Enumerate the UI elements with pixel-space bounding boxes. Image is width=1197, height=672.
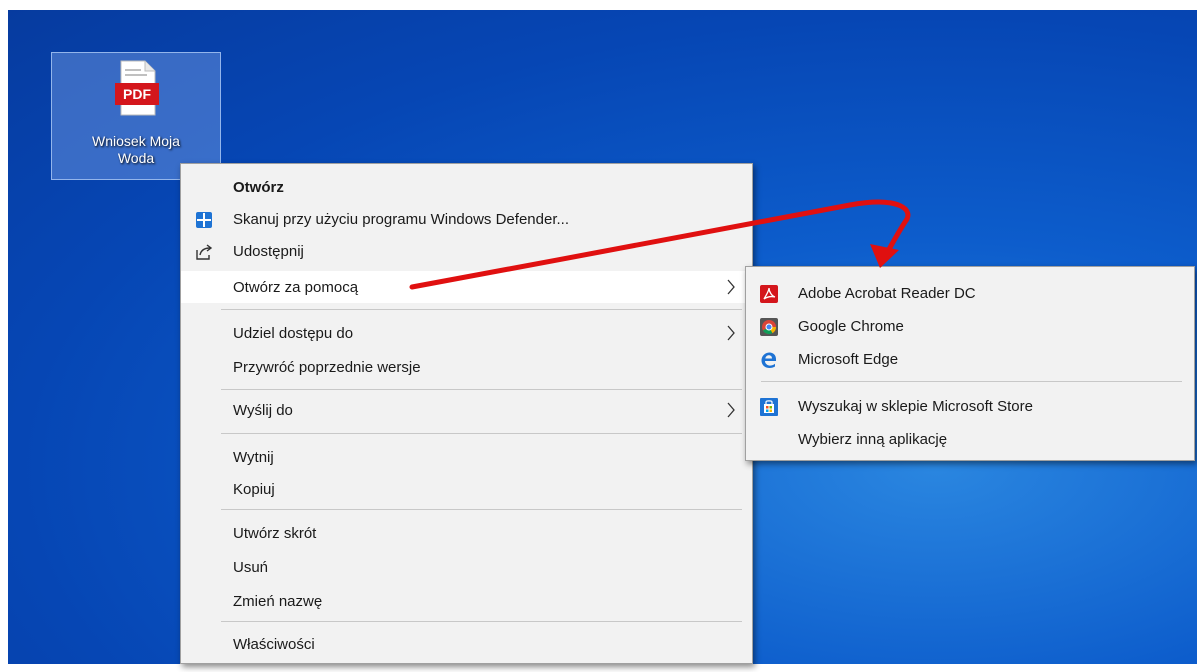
submenu-item-microsoft-store[interactable]: Wyszukaj w sklepie Microsoft Store — [746, 390, 1194, 422]
menu-item-open[interactable]: Otwórz — [181, 171, 752, 203]
submenu-item-label: Adobe Acrobat Reader DC — [798, 285, 976, 302]
pdf-badge: PDF — [123, 86, 151, 102]
menu-item-label: Otwórz — [233, 179, 284, 196]
menu-item-label: Przywróć poprzednie wersje — [233, 359, 421, 376]
menu-item-send-to[interactable]: Wyślij do — [181, 394, 752, 426]
menu-item-label: Utwórz skrót — [233, 525, 317, 542]
menu-item-share[interactable]: Udostępnij — [181, 235, 752, 267]
menu-item-scan-defender[interactable]: Skanuj przy użyciu programu Windows Defe… — [181, 203, 752, 235]
file-name-label: Wniosek Moja Woda — [52, 133, 220, 167]
submenu-item-google-chrome[interactable]: Google Chrome — [746, 310, 1194, 342]
edge-icon — [761, 352, 776, 368]
menu-item-label: Udostępnij — [233, 243, 304, 260]
submenu-item-label: Microsoft Edge — [798, 351, 899, 368]
submenu-item-label: Wybierz inną aplikację — [798, 431, 948, 448]
menu-item-label: Wytnij — [233, 449, 274, 466]
open-with-submenu: Adobe Acrobat Reader DC Google Chrome Mi… — [745, 266, 1195, 461]
menu-item-properties[interactable]: Właściwości — [181, 628, 752, 660]
menu-separator — [221, 433, 742, 434]
pdf-file-desktop-icon[interactable]: PDF Wniosek Moja Woda — [51, 52, 221, 180]
menu-item-cut[interactable]: Wytnij — [181, 441, 752, 473]
context-menu: Otwórz Skanuj przy użyciu programu Windo… — [180, 163, 753, 664]
chevron-right-icon — [727, 279, 735, 295]
share-icon — [196, 244, 213, 260]
file-name-line-1: Wniosek Moja — [92, 133, 180, 149]
menu-item-label: Wyślij do — [233, 402, 293, 419]
menu-item-restore-versions[interactable]: Przywróć poprzednie wersje — [181, 351, 752, 383]
submenu-item-adobe-acrobat[interactable]: Adobe Acrobat Reader DC — [746, 277, 1194, 309]
menu-item-label: Usuń — [233, 559, 269, 576]
chrome-icon — [760, 318, 778, 336]
submenu-item-label: Wyszukaj w sklepie Microsoft Store — [798, 398, 1033, 415]
submenu-item-microsoft-edge[interactable]: Microsoft Edge — [746, 343, 1194, 375]
menu-item-label: Otwórz za pomocą — [233, 279, 359, 296]
menu-item-delete[interactable]: Usuń — [181, 551, 752, 583]
submenu-item-label: Google Chrome — [798, 318, 904, 335]
menu-item-create-shortcut[interactable]: Utwórz skrót — [181, 517, 752, 549]
menu-item-label: Właściwości — [233, 636, 315, 653]
menu-separator — [221, 509, 742, 510]
chevron-right-icon — [727, 325, 735, 341]
menu-item-copy[interactable]: Kopiuj — [181, 473, 752, 505]
microsoft-store-icon — [760, 398, 778, 416]
menu-item-open-with[interactable]: Otwórz za pomocą — [181, 271, 752, 303]
pdf-file-icon: PDF — [115, 60, 159, 116]
submenu-item-choose-other-app[interactable]: Wybierz inną aplikację — [746, 423, 1194, 455]
menu-item-label: Udziel dostępu do — [233, 325, 354, 342]
menu-separator — [221, 389, 742, 390]
windows-defender-icon — [196, 212, 212, 228]
menu-item-label: Zmień nazwę — [233, 593, 323, 610]
menu-item-label: Kopiuj — [233, 481, 275, 498]
adobe-acrobat-icon — [760, 285, 778, 303]
submenu-separator — [761, 381, 1182, 382]
chevron-right-icon — [727, 402, 735, 418]
menu-item-label: Skanuj przy użyciu programu Windows Defe… — [233, 211, 569, 228]
menu-separator — [221, 309, 742, 310]
menu-separator — [221, 621, 742, 622]
menu-item-give-access[interactable]: Udziel dostępu do — [181, 317, 752, 349]
menu-item-rename[interactable]: Zmień nazwę — [181, 585, 752, 617]
